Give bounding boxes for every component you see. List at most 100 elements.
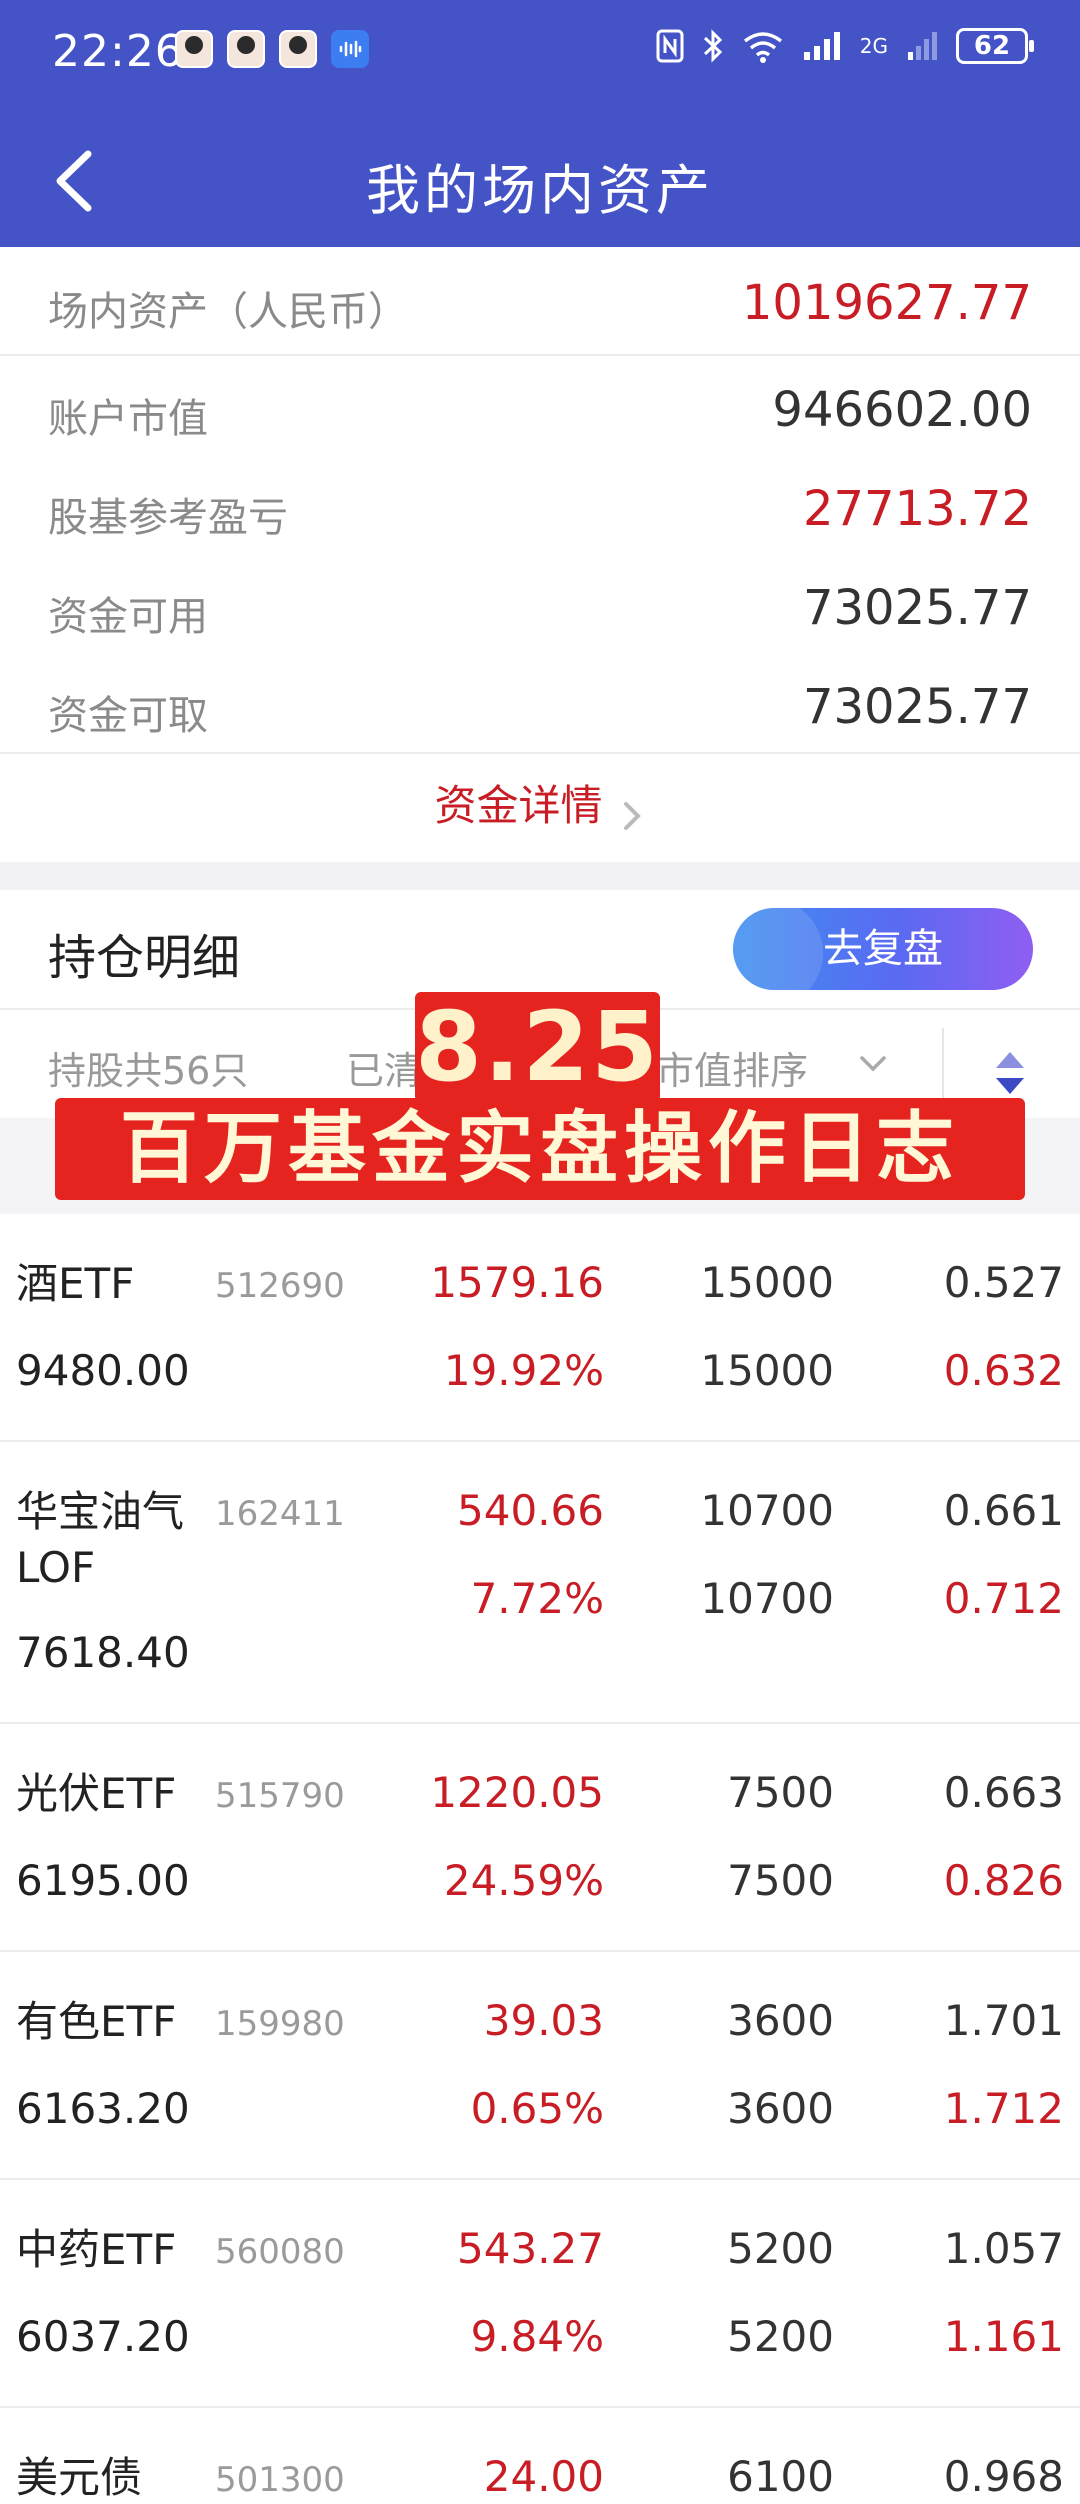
pnl-label: 股基参考盈亏 (48, 495, 288, 541)
nav-bar: 我的场内资产 (0, 110, 1080, 247)
holding-row[interactable]: 美元债 501300 24.00 6100 0.968 (0, 2408, 1080, 2504)
holding-pnl-pct: 0.65% (470, 2084, 604, 2133)
holding-qty: 15000 (700, 1258, 834, 1307)
total-assets-row: 场内资产（人民币） 1019627.77 (0, 257, 1080, 347)
holding-available: 5200 (727, 2312, 834, 2361)
holding-market-value: 6037.20 (16, 2312, 190, 2361)
chevron-down-icon (860, 1056, 886, 1072)
holding-pnl: 24.00 (483, 2452, 604, 2501)
holding-pnl: 1579.16 (430, 1258, 604, 1307)
holding-name: 光伏ETF (16, 1769, 177, 1818)
withdrawable-funds-label: 资金可取 (48, 693, 208, 739)
holding-qty: 5200 (727, 2224, 834, 2273)
holding-pnl: 540.66 (457, 1486, 604, 1535)
holding-price: 0.661 (943, 1486, 1064, 1535)
battery-icon: 62 (956, 28, 1034, 64)
holding-cost: 0.826 (943, 1856, 1064, 1905)
holding-qty: 6100 (727, 2452, 834, 2501)
review-button-label: 去复盘 (823, 926, 943, 972)
total-assets-value: 1019627.77 (741, 275, 1032, 331)
status-right: 2G 62 (656, 28, 1034, 64)
sort-dropdown[interactable]: 市值排序 (656, 1040, 808, 1095)
holding-row[interactable]: 酒ETF 512690 1579.16 15000 0.527 9480.00 … (0, 1214, 1080, 1440)
chevron-right-icon (623, 801, 641, 830)
holding-row[interactable]: 中药ETF 560080 543.27 5200 1.057 6037.20 9… (0, 2180, 1080, 2406)
holding-code: 159980 (215, 2004, 345, 2044)
holding-code: 162411 (215, 1494, 345, 1534)
cleared-filter[interactable]: 已清 (346, 1040, 422, 1095)
nfc-icon (656, 29, 684, 63)
holding-code: 515790 (215, 1776, 345, 1816)
holding-price: 1.057 (943, 2224, 1064, 2273)
app-avatar-icon (227, 30, 265, 68)
fund-detail-link[interactable]: 资金详情 (0, 760, 1080, 842)
holding-price: 0.968 (943, 2452, 1064, 2501)
divider (0, 354, 1080, 356)
fund-detail-label: 资金详情 (434, 781, 603, 830)
network-type-label: 2G (859, 34, 888, 58)
holding-price: 0.663 (943, 1768, 1064, 1817)
holding-name: 酒ETF (16, 1259, 135, 1308)
market-value-value: 946602.00 (772, 382, 1032, 438)
holding-qty: 7500 (727, 1768, 834, 1817)
signal-weak-icon (908, 32, 937, 60)
holding-market-value: 6195.00 (16, 1856, 190, 1905)
notification-icons (175, 30, 369, 68)
holding-pnl-pct: 7.72% (470, 1574, 604, 1623)
holding-row[interactable]: 有色ETF 159980 39.03 3600 1.701 6163.20 0.… (0, 1952, 1080, 2178)
market-value-label: 账户市值 (48, 396, 208, 442)
holding-market-value: 7618.40 (16, 1628, 190, 1677)
holding-market-value: 6163.20 (16, 2084, 190, 2133)
page-title: 我的场内资产 (366, 159, 714, 222)
holding-code: 560080 (215, 2232, 345, 2272)
holding-available: 10700 (700, 1574, 834, 1623)
total-assets-label: 场内资产（人民币） (48, 289, 408, 335)
status-bar: 22:26 2G 62 (0, 0, 1080, 110)
available-funds-row: 资金可用 73025.77 (0, 562, 1080, 652)
divider (942, 1028, 944, 1100)
holding-pnl: 1220.05 (430, 1768, 604, 1817)
market-value-row: 账户市值 946602.00 (0, 364, 1080, 454)
holdings-count: 持股共56只 (48, 1049, 249, 1093)
holding-cost: 1.161 (943, 2312, 1064, 2361)
review-button[interactable]: 去复盘 (733, 908, 1033, 990)
wifi-icon (743, 32, 782, 63)
withdrawable-funds-row: 资金可取 73025.77 (0, 661, 1080, 751)
holding-cost: 0.632 (943, 1346, 1064, 1395)
holding-name: 华宝油气 LOF (16, 1484, 184, 1596)
holding-pnl-pct: 9.84% (470, 2312, 604, 2361)
holding-row[interactable]: 光伏ETF 515790 1220.05 7500 0.663 6195.00 … (0, 1724, 1080, 1950)
app-avatar-icon (279, 30, 317, 68)
holding-available: 3600 (727, 2084, 834, 2133)
holding-name: 美元债 (16, 2453, 143, 2502)
app-avatar-icon (175, 30, 213, 68)
holding-name: 有色ETF (16, 1997, 177, 2046)
holding-qty: 3600 (727, 1996, 834, 2045)
holding-pnl-pct: 19.92% (443, 1346, 604, 1395)
holding-available: 7500 (727, 1856, 834, 1905)
sort-order-icon[interactable] (992, 1048, 1028, 1098)
status-time: 22:26 (52, 26, 184, 77)
holding-name-line2: LOF (16, 1543, 96, 1592)
holding-pnl: 543.27 (457, 2224, 604, 2273)
holding-cost: 1.712 (943, 2084, 1064, 2133)
overlay-caption: 百万基金实盘操作日志 (55, 1098, 1025, 1200)
holding-market-value: 9480.00 (16, 1346, 190, 1395)
holding-pnl: 39.03 (483, 1996, 604, 2045)
holding-name: 中药ETF (16, 2225, 177, 2274)
divider (0, 752, 1080, 754)
withdrawable-funds-value: 73025.77 (802, 679, 1032, 735)
pnl-row: 股基参考盈亏 27713.72 (0, 463, 1080, 553)
holding-code: 512690 (215, 1266, 345, 1306)
holding-available: 15000 (700, 1346, 834, 1395)
pnl-value: 27713.72 (802, 481, 1032, 537)
available-funds-value: 73025.77 (802, 580, 1032, 636)
holding-code: 501300 (215, 2460, 345, 2500)
holding-pnl-pct: 24.59% (443, 1856, 604, 1905)
holding-qty: 10700 (700, 1486, 834, 1535)
holding-row[interactable]: 华宝油气 LOF 162411 540.66 10700 0.661 7.72% … (0, 1442, 1080, 1722)
holding-name-line1: 华宝油气 (16, 1487, 185, 1536)
section-gap (0, 862, 1080, 890)
audio-wave-icon (331, 30, 369, 68)
available-funds-label: 资金可用 (48, 594, 208, 640)
